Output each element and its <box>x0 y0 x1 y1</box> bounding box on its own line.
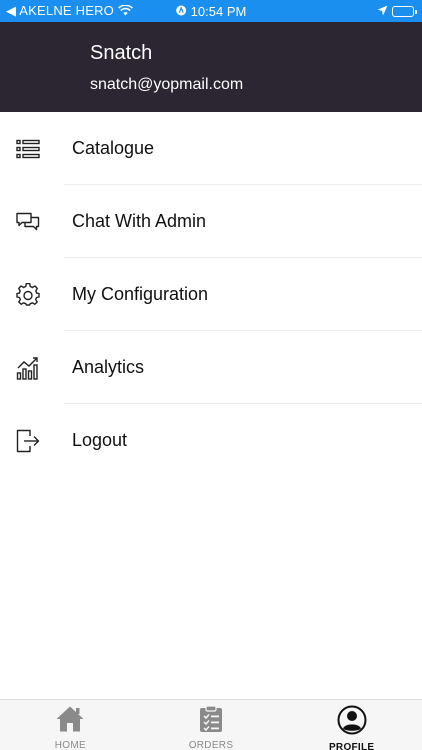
list-icon <box>0 139 72 159</box>
menu-item-analytics[interactable]: Analytics <box>0 331 422 404</box>
tab-label: PROFILE <box>328 742 375 750</box>
bottom-tab-bar: HOME ORDERS PROFILE <box>0 699 422 750</box>
profile-name: Snatch <box>90 42 153 64</box>
menu-item-label: Analytics <box>72 357 145 377</box>
status-bar: ◀ AKELNE HERO 10:54 PM <box>0 0 422 22</box>
menu-item-label: Logout <box>72 430 128 450</box>
user-circle-icon <box>337 705 367 740</box>
battery-icon <box>392 5 417 17</box>
menu-item-chat-with-admin[interactable]: Chat With Admin <box>0 185 422 258</box>
carrier-label: ◀ AKELNE HERO <box>6 3 114 18</box>
status-right <box>377 4 417 19</box>
menu-item-label: My Configuration <box>72 284 209 304</box>
menu-item-my-configuration[interactable]: My Configuration <box>0 258 422 331</box>
profile-menu: Catalogue Chat With Admin My Configurati… <box>0 112 422 477</box>
gear-icon <box>0 282 72 307</box>
analytics-icon <box>0 356 72 380</box>
tab-label: HOME <box>54 740 86 750</box>
profile-email: snatch@yopmail.com <box>90 76 244 93</box>
tab-home[interactable]: HOME <box>0 700 141 750</box>
tab-orders[interactable]: ORDERS <box>141 700 282 750</box>
clock-time: 10:54 PM <box>190 3 247 19</box>
tab-profile[interactable]: PROFILE <box>281 700 422 750</box>
clipboard-icon <box>198 705 224 738</box>
home-icon <box>55 705 85 738</box>
profile-header: Snatch snatch@yopmail.com <box>0 22 422 112</box>
status-center: 10:54 PM <box>176 3 247 19</box>
menu-item-label: Catalogue <box>72 138 155 158</box>
logout-icon <box>0 429 72 453</box>
status-left: ◀ AKELNE HERO <box>6 3 133 19</box>
wifi-icon <box>118 3 133 19</box>
location-arrow-icon <box>377 4 388 19</box>
alarm-icon <box>176 4 187 19</box>
chat-icon <box>0 212 72 232</box>
menu-item-logout[interactable]: Logout <box>0 404 422 477</box>
tab-label: ORDERS <box>188 740 234 750</box>
menu-item-catalogue[interactable]: Catalogue <box>0 112 422 185</box>
menu-item-label: Chat With Admin <box>72 211 207 231</box>
